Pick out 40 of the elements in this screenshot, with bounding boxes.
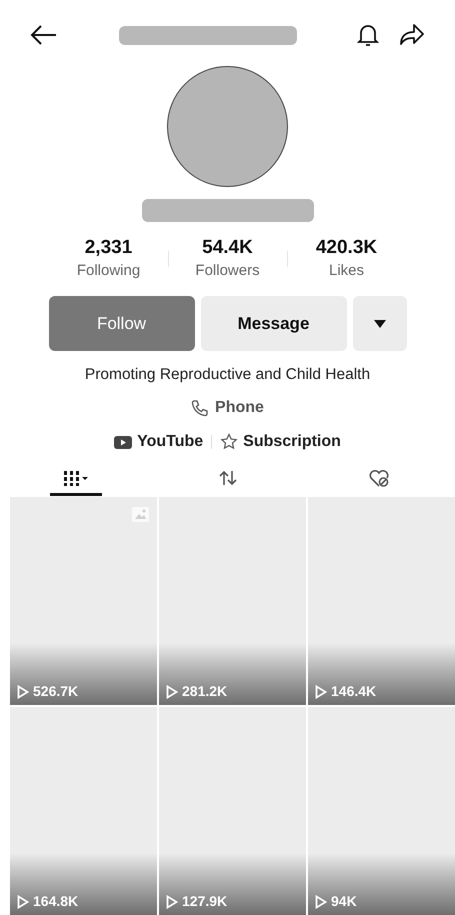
- play-icon: [166, 685, 178, 700]
- view-count: 127.9K: [182, 893, 228, 909]
- play-badge-icon: [114, 436, 132, 449]
- share-arrow-icon[interactable]: [399, 23, 425, 47]
- heart-hidden-icon: [368, 468, 390, 488]
- view-count: 94K: [331, 893, 357, 909]
- view-count: 526.7K: [33, 683, 78, 700]
- bell-icon[interactable]: [357, 22, 379, 48]
- view-count: 146.4K: [331, 683, 376, 700]
- phone-link[interactable]: Phone: [215, 396, 264, 420]
- message-button[interactable]: Message: [200, 296, 346, 351]
- stat-label: Following: [76, 261, 140, 281]
- video-thumbnail[interactable]: 127.9K: [159, 707, 306, 915]
- video-thumbnail[interactable]: 164.8K: [10, 707, 157, 915]
- caret-icon: [374, 320, 386, 328]
- play-icon: [166, 895, 178, 909]
- repost-arrows-icon: [218, 468, 238, 487]
- stat-value: 54.4K: [202, 236, 253, 260]
- play-icon: [17, 685, 29, 700]
- play-icon: [315, 685, 327, 700]
- play-icon: [17, 895, 29, 909]
- bio-text: Promoting Reproductive and Child Health: [84, 365, 370, 385]
- video-thumbnail[interactable]: 281.2K: [159, 497, 306, 706]
- video-thumbnail[interactable]: 94K: [308, 707, 455, 915]
- follow-button[interactable]: Follow: [48, 296, 194, 351]
- phone-icon: [191, 399, 210, 418]
- view-count: 164.8K: [33, 893, 78, 909]
- grid-menu-icon: [62, 468, 89, 487]
- back-arrow-icon[interactable]: [30, 24, 58, 46]
- view-count: 281.2K: [182, 683, 228, 700]
- stat-value: 420.3K: [316, 236, 378, 260]
- profile-link[interactable]: Subscription: [243, 430, 341, 454]
- stat-value: 2,331: [84, 236, 132, 260]
- stat-label: Followers: [195, 261, 260, 281]
- play-icon: [315, 895, 327, 909]
- stat-label: Likes: [328, 261, 364, 281]
- star-icon: [220, 433, 238, 452]
- profile-link[interactable]: YouTube: [137, 430, 204, 454]
- video-thumbnail[interactable]: 526.7K: [10, 497, 157, 706]
- video-thumbnail[interactable]: 146.4K: [308, 497, 455, 706]
